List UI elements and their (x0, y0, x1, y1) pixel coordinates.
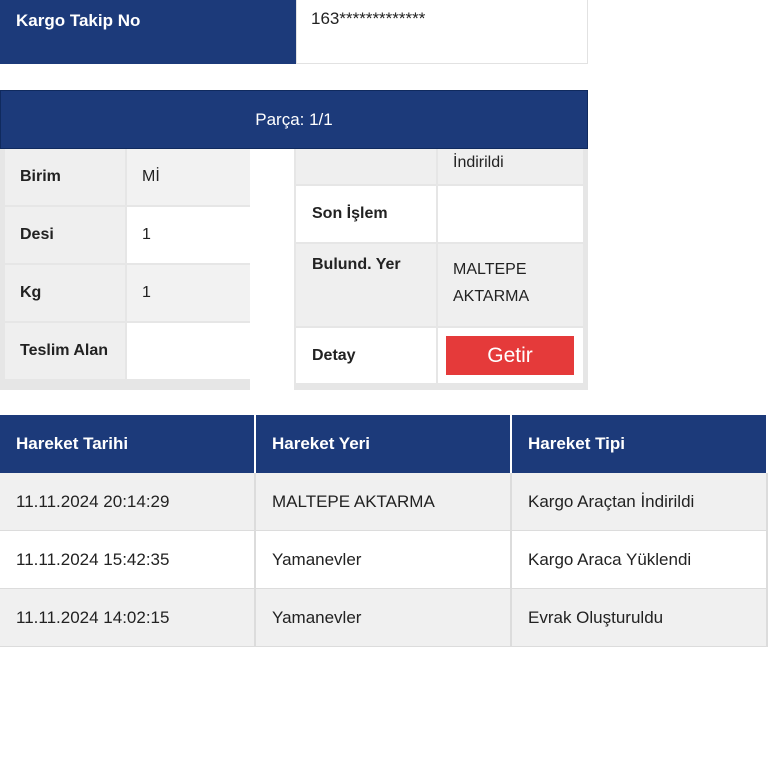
tracking-number: 163************* (296, 0, 588, 64)
movements-header: Hareket Tarihi Hareket Yeri Hareket Tipi (0, 415, 768, 473)
getir-button[interactable]: Getir (446, 336, 574, 375)
info-key: Desi (5, 207, 127, 263)
info-key: Teslim Alan (5, 323, 127, 379)
piece-panel: Parça: 1/1 Birim Mİ Desi 1 Kg 1 Teslim A… (0, 90, 588, 475)
info-row-birim: Birim Mİ (5, 149, 250, 207)
status-table: İndirildi Son İşlem Bulund. Yer MALTEPE … (296, 149, 583, 385)
movement-place: Yamanevler (256, 589, 512, 646)
piece-info-table: Birim Mİ Desi 1 Kg 1 Teslim Alan (5, 149, 250, 381)
info-value: 1 (127, 207, 250, 263)
movements-table: Hareket Tarihi Hareket Yeri Hareket Tipi… (0, 415, 768, 647)
movement-date: 11.11.2024 15:42:35 (0, 531, 256, 588)
movement-type: Evrak Oluşturuldu (512, 589, 768, 646)
table-row: 11.11.2024 15:42:35 Yamanevler Kargo Ara… (0, 531, 768, 589)
status-key: Detay (296, 328, 438, 383)
status-value: MALTEPE AKTARMA (438, 244, 583, 326)
movement-place: Yamanevler (256, 531, 512, 588)
status-row-son-islem: Son İşlem (296, 186, 583, 244)
header-hareket-yeri: Hareket Yeri (256, 415, 512, 473)
status-row-bulund-yer: Bulund. Yer MALTEPE AKTARMA (296, 244, 583, 328)
info-key: Birim (5, 149, 127, 205)
status-row-detay: Detay Getir (296, 328, 583, 385)
piece-header: Parça: 1/1 (0, 90, 588, 149)
movement-date: 11.11.2024 14:02:15 (0, 589, 256, 646)
tracking-label: Kargo Takip No (0, 0, 296, 64)
status-key: Bulund. Yer (296, 244, 438, 326)
header-hareket-tarihi: Hareket Tarihi (0, 415, 256, 473)
tracking-row: Kargo Takip No 163************* (0, 0, 588, 64)
info-value (127, 323, 250, 379)
header-hareket-tipi: Hareket Tipi (512, 415, 768, 473)
movement-place: MALTEPE AKTARMA (256, 473, 512, 530)
movement-type: Kargo Araçtan İndirildi (512, 473, 768, 530)
status-key: Son İşlem (296, 186, 438, 242)
table-row: 11.11.2024 20:14:29 MALTEPE AKTARMA Karg… (0, 473, 768, 531)
status-value (438, 186, 583, 242)
info-key: Kg (5, 265, 127, 321)
info-row-teslim-alan: Teslim Alan (5, 323, 250, 381)
status-value: Getir (438, 328, 583, 383)
info-row-desi: Desi 1 (5, 207, 250, 265)
table-row: 11.11.2024 14:02:15 Yamanevler Evrak Olu… (0, 589, 768, 647)
movement-date: 11.11.2024 20:14:29 (0, 473, 256, 530)
info-value: Mİ (127, 149, 250, 205)
info-row-kg: Kg 1 (5, 265, 250, 323)
status-key (296, 149, 438, 184)
status-row-indirildi: İndirildi (296, 149, 583, 186)
info-value: 1 (127, 265, 250, 321)
movement-type: Kargo Araca Yüklendi (512, 531, 768, 588)
status-value: İndirildi (438, 149, 583, 184)
